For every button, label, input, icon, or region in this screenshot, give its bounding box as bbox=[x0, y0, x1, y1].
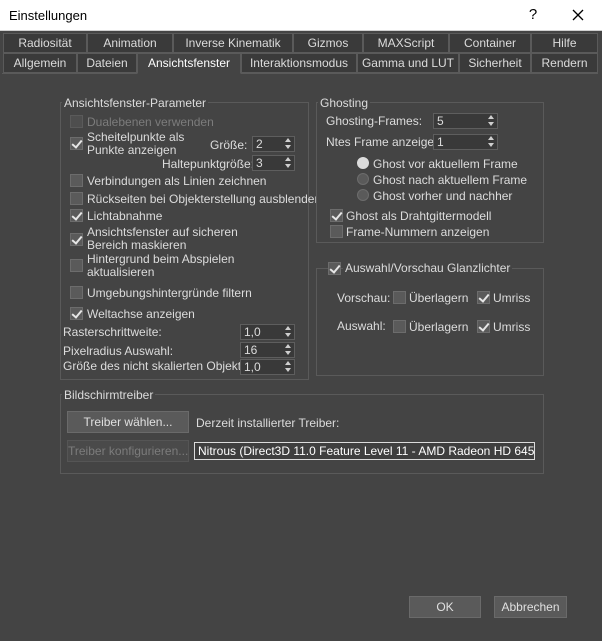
window-title: Einstellungen bbox=[9, 8, 88, 23]
ghost-after-radio[interactable] bbox=[357, 173, 369, 185]
mask-safe-region-label: Ansichtsfenster auf sicheren Bereich mas… bbox=[87, 225, 238, 252]
connections-lines-checkbox[interactable] bbox=[70, 174, 83, 187]
hide-backfaces-label: Rückseiten bei Objekterstellung ausblend… bbox=[87, 192, 322, 206]
tab-hilfe[interactable]: Hilfe bbox=[531, 33, 598, 53]
nth-frame-value: 1 bbox=[437, 135, 444, 149]
world-axis-checkbox[interactable] bbox=[70, 307, 83, 320]
current-driver-label: Derzeit installierter Treiber: bbox=[196, 416, 340, 430]
selection-outline-checkbox[interactable] bbox=[477, 320, 490, 333]
help-button[interactable]: ? bbox=[519, 4, 547, 26]
ok-button[interactable]: OK bbox=[409, 596, 481, 618]
current-driver-field: Nitrous (Direct3D 11.0 Feature Level 11 … bbox=[194, 442, 535, 460]
update-background-checkbox[interactable] bbox=[70, 259, 83, 272]
ghost-wireframe-checkbox[interactable] bbox=[330, 209, 343, 222]
configure-driver-button[interactable]: Treiber konfigurieren... bbox=[67, 440, 189, 462]
spinner-arrows-icon[interactable] bbox=[284, 361, 292, 373]
ghosting-frames-label: Ghosting-Frames: bbox=[326, 114, 423, 128]
grid-nudge-spinner[interactable]: 1,0 bbox=[240, 324, 295, 340]
ghost-wireframe-label: Ghost als Drahtgittermodell bbox=[346, 209, 492, 223]
spinner-arrows-icon[interactable] bbox=[487, 115, 495, 127]
nth-frame-label: Ntes Frame anzeigen: bbox=[326, 135, 445, 149]
nonscaled-size-label: Größe des nicht skalierten Objekts: bbox=[63, 359, 251, 373]
display-driver-title: Bildschirmtreiber bbox=[62, 388, 156, 402]
ghost-both-label: Ghost vorher und nachher bbox=[373, 189, 513, 203]
selection-outline-label: Umriss bbox=[493, 320, 531, 334]
filter-environment-label: Umgebungshintergründe filtern bbox=[87, 286, 252, 300]
vertex-dots-label: Scheitelpunkte als Punkte anzeigen bbox=[87, 130, 185, 157]
tab-ansichtsfenster[interactable]: Ansichtsfenster bbox=[137, 53, 241, 74]
nonscaled-size-value: 1,0 bbox=[244, 360, 261, 374]
tab-maxscript[interactable]: MAXScript bbox=[363, 33, 449, 53]
tab-gizmos[interactable]: Gizmos bbox=[293, 33, 363, 53]
dual-planes-label: Dualebenen verwenden bbox=[87, 115, 214, 129]
preview-label: Vorschau: bbox=[337, 291, 391, 305]
selection-overlay-checkbox[interactable] bbox=[393, 320, 406, 333]
handle-size-value: 3 bbox=[256, 156, 263, 170]
preview-overlay-label: Überlagern bbox=[409, 291, 469, 305]
tab-inverse-kinematik[interactable]: Inverse Kinematik bbox=[173, 33, 293, 53]
grid-nudge-value: 1,0 bbox=[244, 325, 261, 339]
ghost-before-label: Ghost vor aktuellem Frame bbox=[373, 157, 518, 171]
hide-backfaces-checkbox[interactable] bbox=[70, 192, 83, 205]
size-spinner[interactable]: 2 bbox=[252, 136, 295, 152]
title-bar bbox=[0, 0, 602, 31]
filter-environment-checkbox[interactable] bbox=[70, 286, 83, 299]
tab-allgemein[interactable]: Allgemein bbox=[3, 53, 77, 73]
light-attenuation-label: Lichtabnahme bbox=[87, 209, 163, 223]
viewport-parameters-title: Ansichtsfenster-Parameter bbox=[62, 96, 209, 110]
close-icon bbox=[572, 9, 584, 21]
size-value: 2 bbox=[256, 137, 263, 151]
ghosting-frames-value: 5 bbox=[437, 114, 444, 128]
tab-animation[interactable]: Animation bbox=[87, 33, 173, 53]
ghosting-frames-spinner[interactable]: 5 bbox=[433, 113, 498, 129]
nonscaled-size-spinner[interactable]: 1,0 bbox=[240, 359, 295, 375]
tab-dateien[interactable]: Dateien bbox=[77, 53, 137, 73]
tab-sicherheit[interactable]: Sicherheit bbox=[459, 53, 531, 73]
preview-outline-checkbox[interactable] bbox=[477, 291, 490, 304]
display-driver-group bbox=[60, 394, 544, 474]
size-label: Größe: bbox=[210, 138, 248, 152]
spinner-arrows-icon[interactable] bbox=[284, 157, 292, 169]
tab-divider bbox=[2, 73, 598, 74]
nth-frame-spinner[interactable]: 1 bbox=[433, 134, 498, 150]
tab-interaktionsmodus[interactable]: Interaktionsmodus bbox=[241, 53, 357, 73]
tab-container[interactable]: Container bbox=[449, 33, 531, 53]
ghosting-title: Ghosting bbox=[318, 96, 371, 110]
handle-size-spinner[interactable]: 3 bbox=[252, 155, 295, 171]
frame-numbers-checkbox[interactable] bbox=[330, 225, 343, 238]
ghost-after-label: Ghost nach aktuellem Frame bbox=[373, 173, 528, 187]
pick-radius-value: 16 bbox=[244, 343, 258, 357]
highlights-checkbox[interactable] bbox=[328, 262, 341, 275]
choose-driver-button[interactable]: Treiber wählen... bbox=[67, 411, 189, 433]
light-attenuation-checkbox[interactable] bbox=[70, 209, 83, 222]
handle-size-label: Haltepunktgröße: bbox=[162, 157, 255, 171]
update-background-label: Hintergrund beim Abspielen aktualisieren bbox=[87, 252, 235, 279]
preview-outline-label: Umriss bbox=[493, 291, 531, 305]
selection-label: Auswahl: bbox=[337, 319, 386, 333]
tab-rendern[interactable]: Rendern bbox=[531, 53, 598, 73]
spinner-arrows-icon[interactable] bbox=[284, 344, 292, 356]
ghost-both-radio[interactable] bbox=[357, 189, 369, 201]
vertex-dots-checkbox[interactable] bbox=[70, 137, 83, 150]
grid-nudge-label: Rasterschrittweite: bbox=[63, 325, 162, 339]
pick-radius-spinner[interactable]: 16 bbox=[240, 342, 295, 358]
pick-radius-label: Pixelradius Auswahl: bbox=[63, 344, 174, 358]
ghost-before-radio[interactable] bbox=[357, 157, 369, 169]
highlights-title: Auswahl/Vorschau Glanzlichter bbox=[343, 261, 513, 275]
connections-lines-label: Verbindungen als Linien zeichnen bbox=[87, 174, 267, 188]
cancel-button[interactable]: Abbrechen bbox=[494, 596, 567, 618]
selection-overlay-label: Überlagern bbox=[409, 320, 469, 334]
tab-gamma-und-lut[interactable]: Gamma und LUT bbox=[357, 53, 459, 73]
frame-numbers-label: Frame-Nummern anzeigen bbox=[346, 225, 490, 239]
preview-overlay-checkbox[interactable] bbox=[393, 291, 406, 304]
spinner-arrows-icon[interactable] bbox=[487, 136, 495, 148]
mask-safe-region-checkbox[interactable] bbox=[70, 233, 83, 246]
dual-planes-checkbox[interactable] bbox=[70, 115, 83, 128]
spinner-arrows-icon[interactable] bbox=[284, 326, 292, 338]
world-axis-label: Weltachse anzeigen bbox=[87, 307, 195, 321]
spinner-arrows-icon[interactable] bbox=[284, 138, 292, 150]
close-button[interactable] bbox=[562, 4, 594, 26]
tab-radiositaet[interactable]: Radiosität bbox=[3, 33, 87, 53]
